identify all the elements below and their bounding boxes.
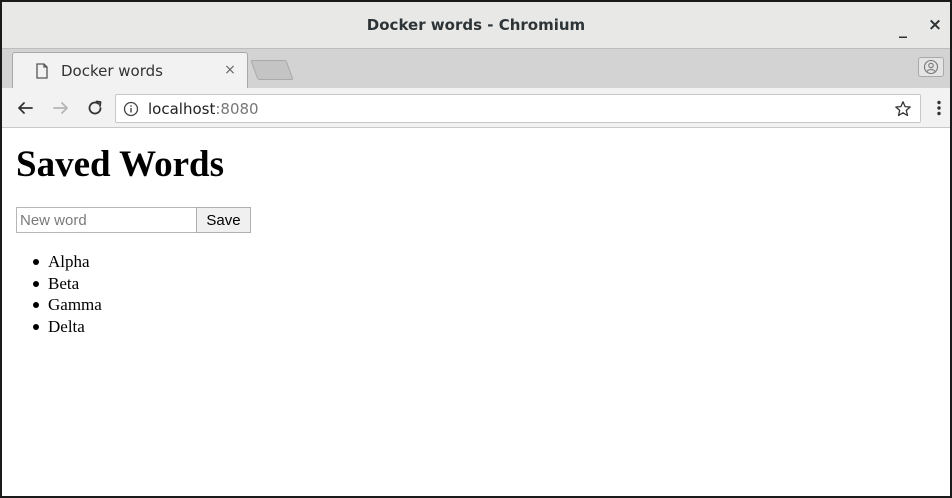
close-window-button[interactable]: × <box>920 2 950 48</box>
list-item: Delta <box>32 316 102 338</box>
browser-window: Docker words - Chromium _ × Docker words… <box>0 0 952 498</box>
back-arrow-icon[interactable] <box>12 94 38 122</box>
page-icon <box>35 63 49 79</box>
browser-toolbar: localhost:8080 <box>2 88 950 128</box>
info-icon[interactable] <box>122 100 140 118</box>
tab-docker-words[interactable]: Docker words × <box>12 52 248 89</box>
url-text: localhost:8080 <box>148 100 259 118</box>
reload-icon[interactable] <box>82 94 108 122</box>
minimize-button[interactable]: _ <box>888 2 918 48</box>
star-icon[interactable] <box>892 98 914 120</box>
page-content: Saved Words Save Alpha Beta Gamma Delta <box>2 129 950 496</box>
window-title: Docker words - Chromium <box>366 16 586 34</box>
address-bar[interactable]: localhost:8080 <box>115 94 921 123</box>
kebab-menu-icon[interactable] <box>926 94 950 122</box>
new-tab-button[interactable] <box>250 60 294 80</box>
list-item: Alpha <box>32 251 102 273</box>
word-list: Alpha Beta Gamma Delta <box>32 251 102 337</box>
url-port: :8080 <box>215 99 259 118</box>
forward-arrow-icon[interactable] <box>48 94 74 122</box>
profile-icon[interactable] <box>918 57 944 77</box>
tab-strip: Docker words × <box>2 48 950 89</box>
list-item: Gamma <box>32 294 102 316</box>
page-title: Saved Words <box>16 144 225 185</box>
save-button[interactable]: Save <box>196 207 251 233</box>
list-item: Beta <box>32 273 102 295</box>
new-word-input[interactable] <box>16 207 197 233</box>
tab-title: Docker words <box>61 62 163 80</box>
url-host: localhost <box>148 99 216 118</box>
tab-close-icon[interactable]: × <box>220 60 240 80</box>
title-bar: Docker words - Chromium _ × <box>2 2 950 48</box>
